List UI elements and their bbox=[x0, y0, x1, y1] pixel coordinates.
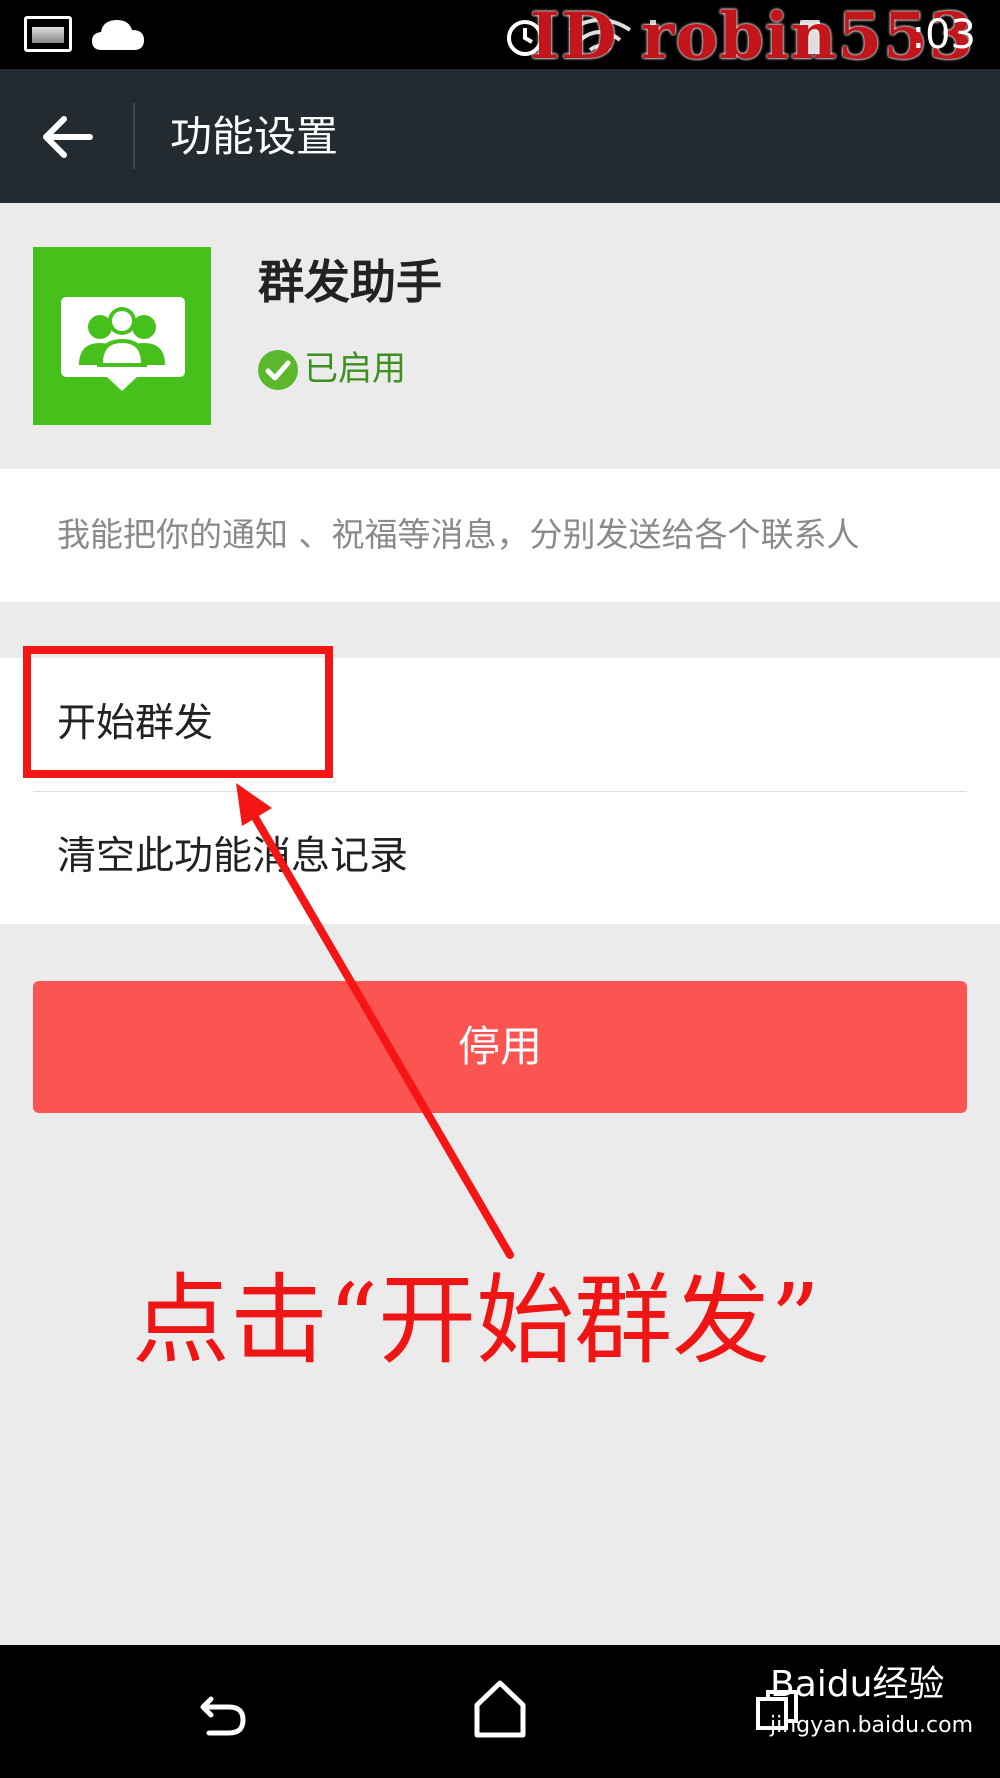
home-icon[interactable] bbox=[473, 1679, 527, 1739]
annotation-text: 点击“开始群发” bbox=[132, 1264, 821, 1378]
description-panel: 我能把你的通知 、祝福等消息，分别发送给各个联系人 bbox=[0, 469, 1000, 602]
plugin-name: 群发助手 bbox=[258, 255, 442, 309]
back-icon[interactable] bbox=[195, 1685, 251, 1741]
check-icon bbox=[258, 350, 298, 390]
highlight-box bbox=[23, 646, 333, 778]
image-notification-icon bbox=[24, 16, 72, 52]
back-arrow-icon[interactable] bbox=[28, 109, 108, 165]
app-header: 功能设置 bbox=[0, 69, 1000, 203]
watermark-text: ID robin553 bbox=[530, 0, 975, 74]
group-chat-icon bbox=[61, 297, 185, 391]
list-item-clear-history[interactable]: 清空此功能消息记录 bbox=[0, 791, 1000, 924]
header-divider bbox=[133, 103, 135, 169]
status-time: :03 bbox=[911, 12, 976, 58]
description-text: 我能把你的通知 、祝福等消息，分别发送给各个联系人 bbox=[57, 515, 860, 554]
baidu-logo: Baidu经验 bbox=[770, 1664, 945, 1705]
plugin-logo bbox=[33, 247, 211, 425]
page-title: 功能设置 bbox=[170, 112, 339, 161]
navigation-bar: Baidu经验 jingyan.baidu.com bbox=[0, 1645, 1000, 1778]
status-bar: ID robin553 :03 bbox=[0, 0, 1000, 74]
cloud-icon bbox=[92, 20, 144, 50]
status-label: 已启用 bbox=[304, 349, 406, 389]
baidu-url: jingyan.baidu.com bbox=[770, 1713, 974, 1738]
list-item-label: 清空此功能消息记录 bbox=[57, 834, 409, 879]
disable-button[interactable]: 停用 bbox=[33, 981, 967, 1113]
